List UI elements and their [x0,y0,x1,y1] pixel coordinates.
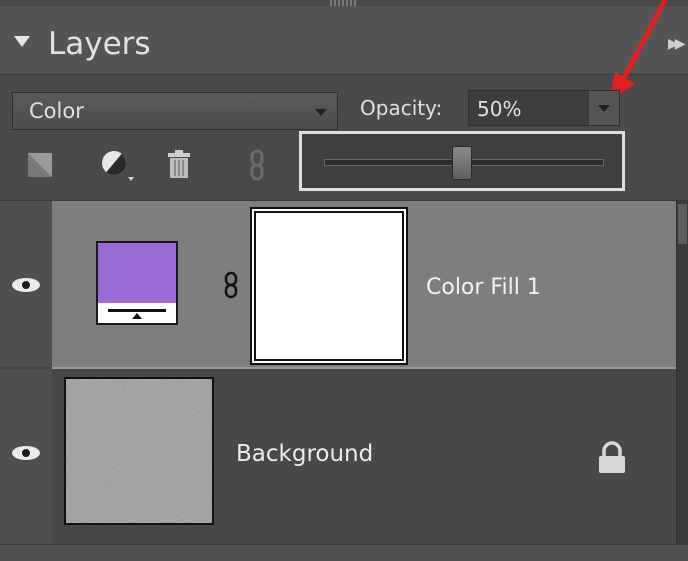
panel-title: Layers [48,26,151,62]
chevron-down-icon [315,109,327,116]
layer-mask-thumbnail[interactable] [250,207,408,365]
opacity-slider-thumb[interactable] [452,146,472,180]
fill-marker-icon [132,313,142,319]
adjustment-layer-icon[interactable] [98,147,134,183]
collapse-triangle-icon[interactable] [14,36,30,47]
panel-footer [0,544,688,561]
opacity-value: 50% [477,97,522,121]
chain-link-icon[interactable] [224,271,238,299]
link-icon[interactable] [240,147,276,183]
scrollbar[interactable] [676,200,688,544]
visibility-toggle[interactable] [0,369,53,545]
visibility-toggle[interactable] [0,201,53,367]
layer-row-color-fill[interactable]: Color Fill 1 [52,201,676,369]
eye-icon [12,278,40,292]
panel-header: Layers ▶▶ [0,6,688,75]
opacity-field[interactable]: 50% [468,90,620,126]
scrollbar-thumb[interactable] [678,204,687,244]
eye-icon [12,446,40,460]
layer-name[interactable]: Color Fill 1 [426,275,541,300]
opacity-label: Opacity: [360,96,443,120]
layer-row-background[interactable]: Background [52,369,676,545]
background-thumbnail[interactable] [64,377,214,525]
blend-mode-dropdown[interactable]: Color [12,92,338,130]
chevron-down-icon [598,105,610,112]
blend-mode-value: Color [29,99,84,123]
layer-name[interactable]: Background [236,441,373,467]
fill-gradient-bar [108,309,166,312]
layers-list: Color Fill 1 Background [0,200,676,545]
trash-icon[interactable] [162,147,198,183]
opacity-dropdown-button[interactable] [589,91,619,125]
lock-icon [599,441,625,473]
opacity-slider-popup [299,131,625,191]
fill-thumbnail[interactable] [96,241,178,325]
new-layer-icon[interactable] [24,147,60,183]
fill-color-swatch [98,243,176,303]
